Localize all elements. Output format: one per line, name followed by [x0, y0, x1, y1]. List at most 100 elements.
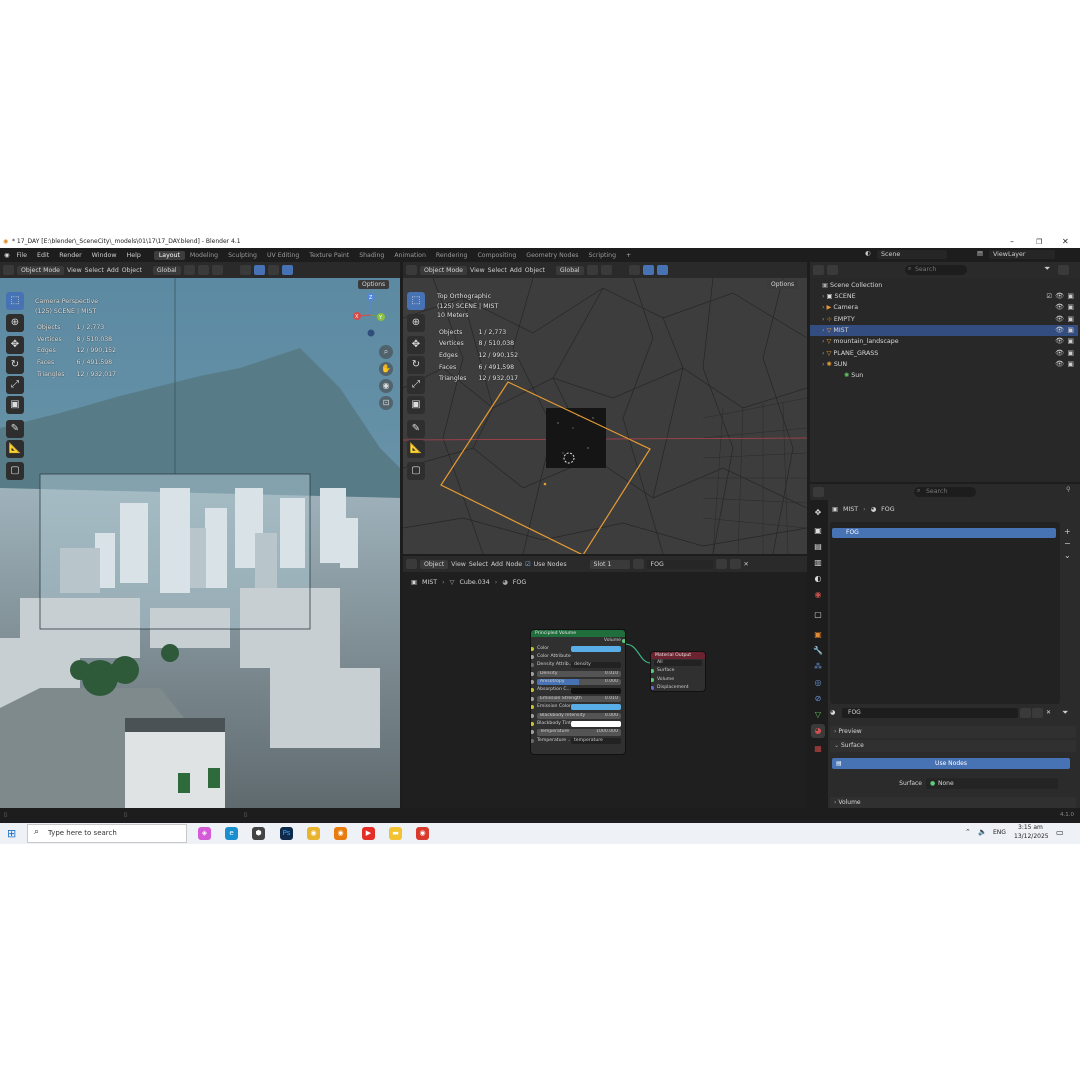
outliner-item-camera[interactable]: › ▶ Camera 👁 ▣ — [810, 302, 1078, 313]
clock-date[interactable]: 13/12/2025 — [1014, 833, 1049, 840]
pan-hand-icon[interactable]: ✋ — [379, 362, 393, 376]
annotate-tool[interactable]: ✎ — [6, 420, 24, 438]
select-box-tool[interactable]: ⬚ — [407, 292, 425, 310]
windows-start-icon[interactable]: ⊞ — [7, 827, 16, 840]
input-socket[interactable] — [531, 738, 534, 743]
rotate-tool[interactable]: ↻ — [407, 356, 425, 374]
tab-animation[interactable]: Animation — [389, 251, 431, 260]
visibility-eye-icon[interactable]: 👁 — [1055, 336, 1064, 347]
color-swatch[interactable] — [571, 721, 621, 728]
left-viewport[interactable]: Camera Perspective (125) SCENE | MIST Ob… — [0, 278, 400, 808]
volume-panel-header[interactable]: › Volume — [830, 797, 1076, 808]
value-slider[interactable]: Temperature 1000.000 — [537, 729, 621, 736]
proportional-edit-icon[interactable] — [600, 265, 612, 275]
navigation-gizmo[interactable]: Z X Y — [348, 292, 394, 338]
view-layer-tab-icon[interactable]: ▥ — [811, 556, 825, 570]
volume-input-socket[interactable]: Volume — [651, 676, 705, 685]
visibility-eye-icon[interactable]: 👁 — [1055, 359, 1064, 370]
tab-shading[interactable]: Shading — [354, 251, 389, 260]
render-camera-icon[interactable]: ▣ — [1067, 336, 1074, 347]
object-type-dropdown[interactable]: Object — [420, 559, 449, 569]
material-browse-icon[interactable] — [632, 559, 644, 569]
volume-output-socket[interactable]: Volume — [531, 637, 625, 645]
value-slider[interactable]: Emission Strength 0.010 — [537, 695, 621, 703]
visibility-eye-icon[interactable]: 👁 — [1055, 291, 1064, 302]
displacement-input-socket[interactable]: Displacement — [651, 684, 705, 691]
exclude-checkbox[interactable]: ☑ — [1046, 291, 1052, 302]
camera-view-icon[interactable]: ◉ — [379, 379, 393, 393]
annotate-tool[interactable]: ✎ — [407, 420, 425, 438]
value-slider[interactable]: Blackbody Intensity 0.000 — [537, 712, 621, 720]
editor-type-icon[interactable] — [813, 265, 824, 275]
transform-tool[interactable]: ▣ — [6, 396, 24, 414]
value-slider[interactable]: Anisotropy 0.000 — [537, 679, 621, 686]
pin-icon[interactable]: ⚲ — [1066, 486, 1071, 493]
render-camera-icon[interactable]: ▣ — [1067, 302, 1074, 313]
snap-icon[interactable] — [586, 265, 598, 275]
menu-help[interactable]: Help — [127, 252, 141, 259]
fake-user-icon[interactable] — [715, 559, 727, 569]
overlay-icon[interactable] — [267, 265, 279, 275]
proportional-edit-icon[interactable] — [211, 265, 223, 275]
render-camera-icon[interactable]: ▣ — [1067, 325, 1074, 336]
outliner-item-sun[interactable]: ✺ Sun — [810, 370, 1078, 381]
menu-add[interactable]: Add — [510, 267, 522, 274]
filter-icon[interactable]: ⏷ — [1062, 708, 1068, 718]
add-cube-tool[interactable]: ▢ — [6, 462, 24, 480]
scene-collection-row[interactable]: ▣ Scene Collection — [810, 280, 1078, 291]
input-socket[interactable] — [531, 688, 534, 693]
node-input-row[interactable]: Color Attribute — [531, 653, 625, 661]
node-input-row[interactable]: Emission Color — [531, 703, 625, 711]
rotate-tool[interactable]: ↻ — [6, 356, 24, 374]
select-box-tool[interactable]: ⬚ — [6, 292, 24, 310]
node-input-row[interactable]: Temperature 1000.000 — [531, 728, 625, 736]
input-socket[interactable] — [531, 646, 534, 651]
new-collection-icon[interactable] — [1058, 265, 1069, 277]
physics-tab-icon[interactable]: ◎ — [811, 676, 825, 690]
chrome-icon[interactable]: ◉ — [307, 827, 320, 840]
preview-panel-header[interactable]: › Preview — [830, 726, 1076, 738]
node-input-row[interactable]: Color — [531, 645, 625, 653]
menu-render[interactable]: Render — [59, 252, 81, 259]
material-tab-icon[interactable]: ◕ — [811, 724, 825, 738]
visibility-eye-icon[interactable]: 👁 — [1055, 314, 1064, 325]
visibility-eye-icon[interactable]: 👁 — [1055, 348, 1064, 359]
tab-compositing[interactable]: Compositing — [472, 251, 521, 260]
photoshop-icon[interactable]: Ps — [280, 827, 293, 840]
value-slider[interactable]: Density 0.010 — [537, 670, 621, 678]
outliner-item-scene[interactable]: › ▣ SCENE ☑ 👁 ▣ — [810, 291, 1078, 302]
input-socket[interactable] — [531, 696, 534, 701]
world-tab-icon[interactable]: ◉ — [811, 588, 825, 602]
scale-tool[interactable]: ⤢ — [407, 376, 425, 394]
copilot-icon[interactable]: ◈ — [198, 827, 211, 840]
scene-icon[interactable]: ◐ — [865, 250, 871, 257]
app-icon[interactable]: ⬢ — [252, 827, 265, 840]
material-slot-list[interactable] — [830, 522, 1060, 704]
editor-type-icon[interactable] — [813, 487, 824, 497]
outliner-item-plane-grass[interactable]: › ▽ PLANE_GRASS 👁 ▣ — [810, 348, 1078, 359]
filter-icon[interactable]: ⏷ — [1044, 264, 1050, 274]
texture-tab-icon[interactable]: ▦ — [811, 742, 825, 756]
menu-view[interactable]: View — [451, 561, 466, 568]
surface-shader-field[interactable]: None — [926, 778, 1058, 789]
close-icon[interactable]: ✕ — [1062, 236, 1069, 248]
menu-view[interactable]: View — [470, 267, 485, 274]
remove-slot-icon[interactable]: − — [1064, 538, 1071, 550]
shading-icon[interactable] — [281, 265, 293, 275]
tab-scripting[interactable]: Scripting — [583, 251, 621, 260]
cursor-tool[interactable]: ⊕ — [6, 314, 24, 332]
use-nodes-button[interactable]: ▤ Use Nodes — [832, 758, 1070, 769]
display-mode-icon[interactable] — [827, 265, 838, 275]
visibility-icon[interactable] — [239, 265, 251, 275]
output-tab-icon[interactable]: ▤ — [811, 540, 825, 554]
outliner-item-empty[interactable]: › ⊹ EMPTY 👁 ▣ — [810, 314, 1078, 325]
menu-edit[interactable]: Edit — [37, 252, 49, 259]
particles-tab-icon[interactable]: ⁂ — [811, 660, 825, 674]
menu-object[interactable]: Object — [122, 267, 142, 274]
slot-dropdown[interactable]: Slot 1 — [589, 559, 630, 569]
visibility-eye-icon[interactable]: 👁 — [1055, 325, 1064, 336]
editor-type-icon[interactable] — [406, 265, 417, 275]
attribute-field[interactable]: density — [571, 662, 621, 669]
orientation-dropdown[interactable]: Global — [555, 265, 584, 275]
menu-select[interactable]: Select — [85, 267, 104, 274]
